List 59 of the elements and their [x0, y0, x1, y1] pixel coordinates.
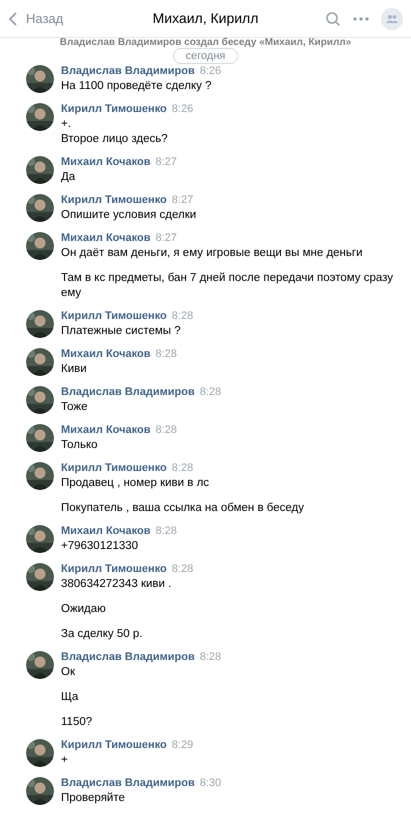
message-text: +	[61, 753, 69, 768]
message-time: 8:28	[200, 651, 222, 664]
message-text: Платежные системы ?	[61, 324, 182, 339]
author-name[interactable]: Владислав Владимиров	[61, 651, 195, 664]
system-message: Владислав Владимиров создал беседу «Михаил, Кирилл»	[60, 38, 352, 48]
message-text: 380634272343 киви .	[61, 577, 172, 592]
message-text: Продавец , номер киви в лс	[61, 476, 210, 491]
message-text: Он даёт вам деньги, я ему игровые вещи вы мне деньги	[61, 246, 364, 261]
message-text: Ок	[61, 665, 76, 680]
message-time: 8:28	[155, 424, 177, 437]
message-time: 8:28	[172, 310, 194, 323]
author-name[interactable]: Михаил Кочаков	[61, 348, 150, 361]
message-text: Покупатель , ваша ссылка на обмен в беседу	[61, 501, 304, 516]
message-text: Только	[61, 438, 99, 453]
message-text: Ща	[61, 690, 80, 705]
chat-title: Михаил, Кирилл	[152, 9, 260, 28]
message-text: Опишите условия сделки	[61, 208, 196, 223]
group-avatar-icon[interactable]	[381, 8, 403, 30]
message-text: +. Второе лицо здесь?	[61, 117, 169, 147]
back-link[interactable]: Назад	[26, 8, 64, 28]
message-time: 8:28	[155, 525, 177, 538]
author-name[interactable]: Михаил Кочаков	[61, 156, 150, 169]
search-icon[interactable]	[325, 10, 341, 26]
date-label: сегодня	[172, 48, 238, 64]
author-name[interactable]: Кирилл Тимошенко	[61, 103, 167, 116]
author-name[interactable]: Кирилл Тимошенко	[61, 563, 167, 576]
author-name[interactable]: Михаил Кочаков	[61, 424, 150, 437]
message-time: 8:28	[172, 563, 194, 576]
message-time: 8:26	[172, 103, 194, 116]
message-time: 8:28	[155, 348, 177, 361]
message-time: 8:27	[155, 232, 177, 245]
message-text: Киви	[61, 362, 88, 377]
message-time: 8:26	[200, 65, 222, 78]
message-text: Ожидаю	[61, 602, 107, 617]
message-text: Проверяйте	[61, 791, 126, 806]
more-icon[interactable]	[353, 16, 369, 20]
message-time: 8:27	[172, 194, 194, 207]
message-text: Тоже	[61, 400, 88, 415]
author-name[interactable]: Кирилл Тимошенко	[61, 194, 167, 207]
message-time: 8:27	[155, 156, 177, 169]
message-time: 8:29	[172, 739, 194, 752]
author-name[interactable]: Кирилл Тимошенко	[61, 310, 167, 323]
message-text: Там в кс предметы, бан 7 дней после передачи поэтому сразу ему	[61, 271, 394, 301]
author-name[interactable]: Кирилл Тимошенко	[61, 462, 167, 475]
message-text: За сделку 50 р.	[61, 627, 144, 642]
message-time: 8:30	[200, 777, 222, 790]
message-text: +79630121330	[61, 539, 140, 554]
message-time: 8:28	[200, 386, 222, 399]
author-name[interactable]: Владислав Владимиров	[61, 777, 195, 790]
author-name[interactable]: Кирилл Тимошенко	[61, 739, 167, 752]
author-name[interactable]: Михаил Кочаков	[61, 232, 150, 245]
author-name[interactable]: Михаил Кочаков	[61, 525, 150, 538]
message-text: Да	[61, 170, 76, 185]
message-time: 8:28	[172, 462, 194, 475]
author-name[interactable]: Владислав Владимиров	[61, 386, 195, 399]
message-text: На 1100 проведёте сделку ?	[61, 79, 212, 94]
message-text: 1150?	[61, 715, 94, 730]
back-icon[interactable]	[8, 10, 18, 26]
author-name[interactable]: Владислав Владимиров	[61, 65, 195, 78]
